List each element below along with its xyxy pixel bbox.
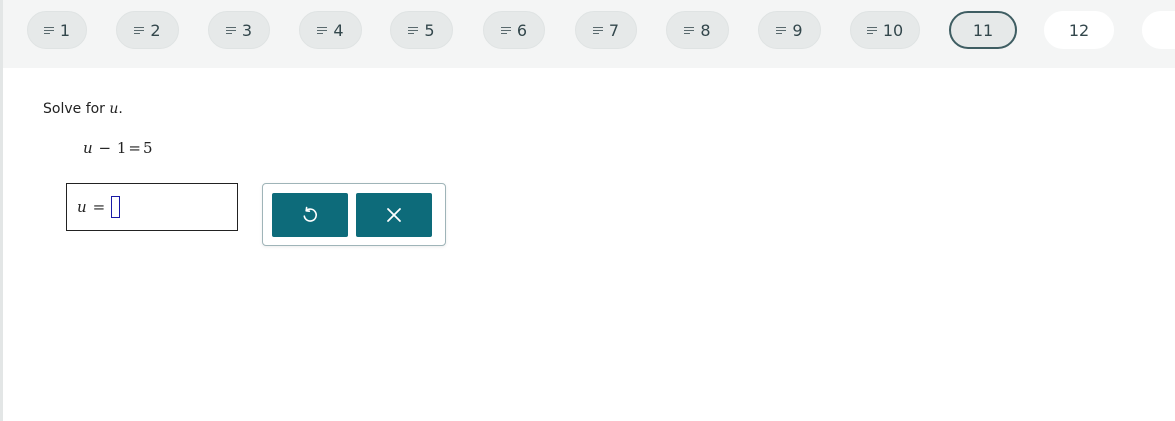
- clear-button[interactable]: [356, 193, 432, 237]
- equation-number-1: 1: [116, 139, 127, 157]
- question-nav-item-5[interactable]: 5: [390, 11, 453, 49]
- question-nav-label: 11: [972, 20, 994, 40]
- question-nav-label: 2: [150, 20, 161, 40]
- answer-equals: =: [92, 198, 106, 216]
- answer-slot[interactable]: [111, 196, 121, 218]
- equation-minus: −: [98, 139, 112, 157]
- question-nav-label: 1: [59, 20, 71, 40]
- question-nav-item-8[interactable]: 8: [666, 11, 729, 49]
- question-nav-item-11[interactable]: 11: [949, 11, 1017, 49]
- question-nav-label: 3: [241, 20, 253, 40]
- question-nav-item-1[interactable]: 1: [27, 11, 87, 49]
- undo-icon: [303, 206, 317, 222]
- question-nav-item-3[interactable]: 3: [208, 11, 270, 49]
- page: 1 2 3 4 5 6 7 8 9 10 11 12 Solve for u. …: [0, 0, 1175, 421]
- question-nav-item-6[interactable]: 6: [483, 11, 545, 49]
- answered-lines-icon: [866, 26, 877, 34]
- question-nav-item-2[interactable]: 2: [116, 11, 179, 49]
- equation: u − 1 = 5: [83, 139, 152, 157]
- question-nav-label: 8: [700, 20, 711, 40]
- answered-lines-icon: [317, 26, 328, 34]
- answer-input[interactable]: u =: [66, 183, 238, 231]
- answer-toolbox: [262, 183, 446, 246]
- undo-button[interactable]: [272, 193, 348, 237]
- answered-lines-icon: [592, 26, 603, 34]
- question-nav-label: 6: [516, 20, 528, 40]
- equation-equals: =: [128, 139, 141, 157]
- answered-lines-icon: [500, 26, 511, 34]
- equation-variable: u: [83, 139, 93, 157]
- close-icon: [387, 208, 401, 222]
- question-nav-label: 5: [424, 20, 435, 40]
- question-nav-item-7[interactable]: 7: [575, 11, 637, 49]
- question-nav-item-next[interactable]: [1142, 11, 1175, 49]
- answered-lines-icon: [134, 26, 145, 34]
- question-nav-item-12[interactable]: 12: [1044, 11, 1114, 49]
- answered-lines-icon: [408, 26, 419, 34]
- answer-variable: u: [77, 198, 87, 216]
- equation-number-2: 5: [142, 139, 153, 157]
- question-nav-label: 9: [792, 20, 803, 40]
- question-prompt: Solve for u.: [43, 101, 123, 117]
- question-nav-label: 10: [882, 20, 904, 40]
- question-nav-label: 4: [333, 20, 344, 40]
- question-nav-bar: 1 2 3 4 5 6 7 8 9 10 11 12: [3, 0, 1175, 68]
- answered-lines-icon: [225, 26, 236, 34]
- prompt-text: Solve for: [43, 101, 110, 117]
- answered-lines-icon: [43, 26, 54, 34]
- question-nav-item-9[interactable]: 9: [758, 11, 821, 49]
- question-nav-label: 7: [608, 20, 620, 40]
- answered-lines-icon: [684, 26, 695, 34]
- prompt-end: .: [118, 101, 123, 117]
- question-nav-item-10[interactable]: 10: [850, 11, 920, 49]
- question-nav-label: 12: [1068, 20, 1090, 40]
- answered-lines-icon: [776, 26, 787, 34]
- question-nav-item-4[interactable]: 4: [299, 11, 362, 49]
